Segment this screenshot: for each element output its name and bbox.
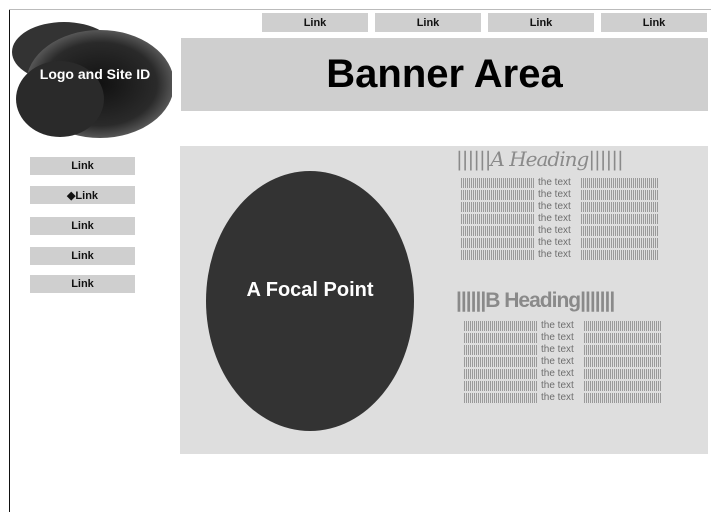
heading-a: ||||||A Heading|||||| — [456, 147, 624, 171]
top-nav-link-4[interactable]: Link — [601, 13, 707, 32]
text-line: the text — [461, 177, 661, 189]
top-nav-link-2[interactable]: Link — [375, 13, 481, 32]
page-frame-top-border — [9, 9, 711, 10]
top-nav-link-1[interactable]: Link — [262, 13, 368, 32]
text-line: the text — [464, 332, 664, 344]
focal-point-label: A Focal Point — [246, 279, 374, 301]
side-nav-link-2-active[interactable]: ◆Link — [30, 186, 135, 204]
text-block-b: the text the text the text the text the … — [464, 320, 664, 404]
text-line: the text — [464, 380, 664, 392]
banner-area: Banner Area — [181, 38, 708, 111]
side-nav-link-4[interactable]: Link — [30, 247, 135, 265]
text-line: the text — [461, 249, 661, 261]
text-line: the text — [461, 225, 661, 237]
top-nav-link-3[interactable]: Link — [488, 13, 594, 32]
text-line: the text — [464, 368, 664, 380]
text-line: the text — [461, 213, 661, 225]
text-line: the text — [461, 237, 661, 249]
side-nav-link-1[interactable]: Link — [30, 157, 135, 175]
text-line: the text — [464, 356, 664, 368]
side-nav-link-3[interactable]: Link — [30, 217, 135, 235]
text-line: the text — [464, 320, 664, 332]
heading-b: ||||||B Heading||||||| — [456, 289, 615, 312]
text-line: the text — [461, 189, 661, 201]
text-line: the text — [464, 344, 664, 356]
text-block-a: the text the text the text the text the … — [461, 177, 661, 261]
text-line: the text — [461, 201, 661, 213]
side-nav-link-5[interactable]: Link — [30, 275, 135, 293]
logo-site-id-label: Logo and Site ID — [39, 66, 151, 82]
text-line: the text — [464, 392, 664, 404]
